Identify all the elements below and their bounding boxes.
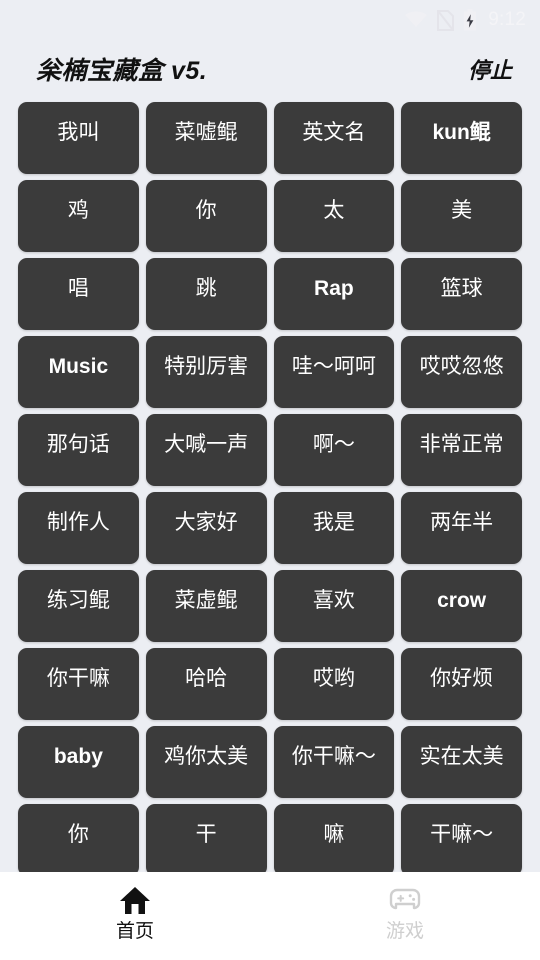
stop-button[interactable]: 停止 [468,53,512,85]
sound-chip[interactable]: 特别厉害 [145,336,267,408]
sound-chip[interactable]: 哎哟 [273,648,395,720]
nav-label-home: 首页 [115,921,154,942]
gamepad-icon [388,885,422,915]
sound-chip[interactable]: 唱 [18,258,139,330]
sound-chip[interactable]: Rap [273,258,395,330]
status-bar: 9:12 [0,0,540,40]
sound-chip[interactable]: 你好烦 [401,648,522,720]
sound-chip[interactable]: 两年半 [401,492,522,564]
sound-chip[interactable]: 我是 [273,492,395,564]
sound-chip[interactable]: 大喊一声 [145,414,267,486]
sound-chip[interactable]: 啊～ [273,414,395,486]
sound-chip[interactable]: 菜嘘鲲 [145,102,267,174]
sound-chip[interactable]: 鸡你太美 [145,726,267,798]
sound-chip[interactable]: 菜虚鲲 [145,570,267,642]
sound-chip[interactable]: baby [18,726,139,798]
sound-chip[interactable]: 你干嘛～ [273,726,395,798]
sound-chip[interactable]: 干 [145,804,267,876]
sound-grid-scroll[interactable]: 我叫 菜嘘鲲 英文名 kun鲲鸡你太美唱跳 Rap 篮球 Music 特别厉害 哇～呵呵 哎哎忽悠… [0,98,540,960]
sound-chip[interactable]: 你 [18,804,139,876]
bottom-navigation: 首页 游戏 [0,872,540,960]
status-time: 9:12 [488,9,526,30]
sound-chip[interactable]: 跳 [145,258,267,330]
sound-chip[interactable]: 哎哎忽悠 [401,336,522,408]
sound-chip[interactable]: 太 [273,180,395,252]
app-root: 9:12 枀楠宝藏盒 v5. 停止 我叫 菜嘘鲲 英文名 kun鲲鸡你太美唱跳 Rap 篮… [0,0,540,960]
app-bar: 枀楠宝藏盒 v5. 停止 [0,40,540,98]
wifi-icon [404,11,428,29]
sound-chip[interactable]: 篮球 [401,258,522,330]
sound-chip[interactable]: 英文名 [273,102,395,174]
sound-chip[interactable]: 非常正常 [401,414,522,486]
sound-chip[interactable]: 哇～呵呵 [273,336,395,408]
sound-chip[interactable]: 我叫 [18,102,139,174]
page-title: 枀楠宝藏盒 v5. [36,57,208,85]
no-sim-icon [437,9,455,31]
sound-chip[interactable]: 喜欢 [273,570,395,642]
battery-charging-icon [463,9,477,31]
sound-chip[interactable]: 嘛 [273,804,395,876]
sound-chip[interactable]: 制作人 [18,492,139,564]
sound-chip[interactable]: 干嘛～ [401,804,522,876]
sound-chip[interactable]: 鸡 [18,180,139,252]
nav-item-games[interactable]: 游戏 [270,872,540,960]
nav-label-games: 游戏 [385,921,424,942]
sound-chip[interactable]: Music [18,336,139,408]
sound-chip[interactable]: 练习鲲 [18,570,139,642]
sound-chip[interactable]: crow [401,570,522,642]
nav-item-home[interactable]: 首页 [0,872,270,960]
sound-chip[interactable]: 哈哈 [145,648,267,720]
sound-chip[interactable]: 你 [145,180,267,252]
home-icon [118,885,152,915]
sound-chip[interactable]: 美 [401,180,522,252]
sound-chip[interactable]: 大家好 [145,492,267,564]
sound-chip[interactable]: 你干嘛 [18,648,139,720]
sound-chip[interactable]: 实在太美 [401,726,522,798]
sound-chip[interactable]: 那句话 [18,414,139,486]
sound-chip[interactable]: kun鲲 [401,102,522,174]
sound-grid: 我叫 菜嘘鲲 英文名 kun鲲鸡你太美唱跳 Rap 篮球 Music 特别厉害 哇～呵呵 哎哎忽悠… [18,98,522,876]
